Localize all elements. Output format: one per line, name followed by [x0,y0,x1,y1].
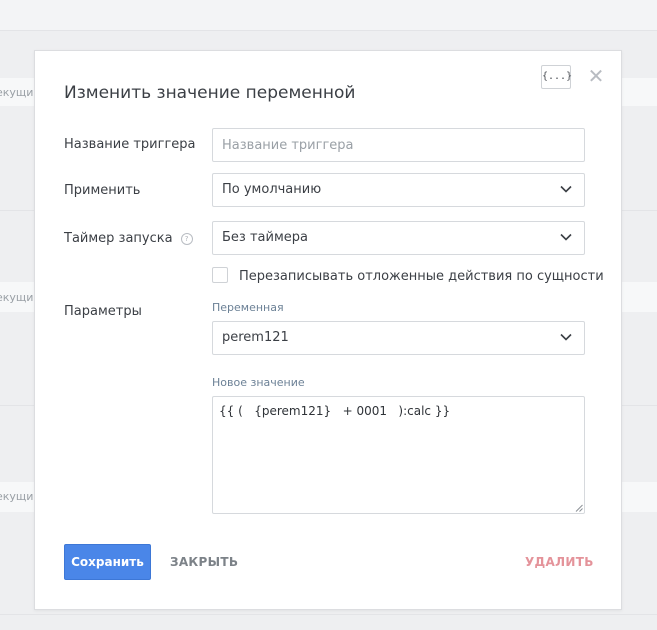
new-value-label: Новое значение [212,376,305,389]
apply-label: Применить [64,183,141,198]
overwrite-checkbox-label[interactable]: Перезаписывать отложенные действия по су… [239,269,604,284]
variable-select-value: perem121 [222,330,289,345]
timer-label: Таймер запуска? [64,231,193,246]
edit-variable-dialog: Изменить значение переменной {...} ✕ Наз… [34,50,622,610]
overwrite-checkbox[interactable] [212,267,228,283]
apply-select-value: По умолчанию [222,182,322,197]
resize-handle-icon[interactable] [575,504,583,512]
chevron-down-icon [560,333,572,341]
variables-button[interactable]: {...} [541,65,572,89]
chevron-down-icon [560,233,572,241]
parameters-label: Параметры [64,304,142,319]
new-value-textarea[interactable]: {{ ( {perem121} + 0001 ):calc }} [212,396,585,514]
timer-select-value: Без таймера [222,230,308,245]
close-button[interactable]: ЗАКРЫТЬ [170,555,238,569]
close-icon[interactable]: ✕ [587,65,605,87]
dialog-title: Изменить значение переменной [64,83,356,103]
background-divider [0,30,657,31]
save-button[interactable]: Сохранить [64,544,151,580]
chevron-down-icon [560,185,572,193]
variable-label: Переменная [212,301,284,314]
background-divider [0,614,657,615]
timer-label-text: Таймер запуска [64,231,173,246]
timer-select[interactable]: Без таймера [212,221,585,255]
help-icon[interactable]: ? [180,233,193,245]
apply-select[interactable]: По умолчанию [212,173,585,207]
variable-select[interactable]: perem121 [212,321,585,355]
trigger-name-label: Название триггера [64,137,196,152]
trigger-name-input[interactable] [212,128,585,162]
delete-button[interactable]: УДАЛИТЬ [525,555,594,569]
background-row [0,0,657,30]
